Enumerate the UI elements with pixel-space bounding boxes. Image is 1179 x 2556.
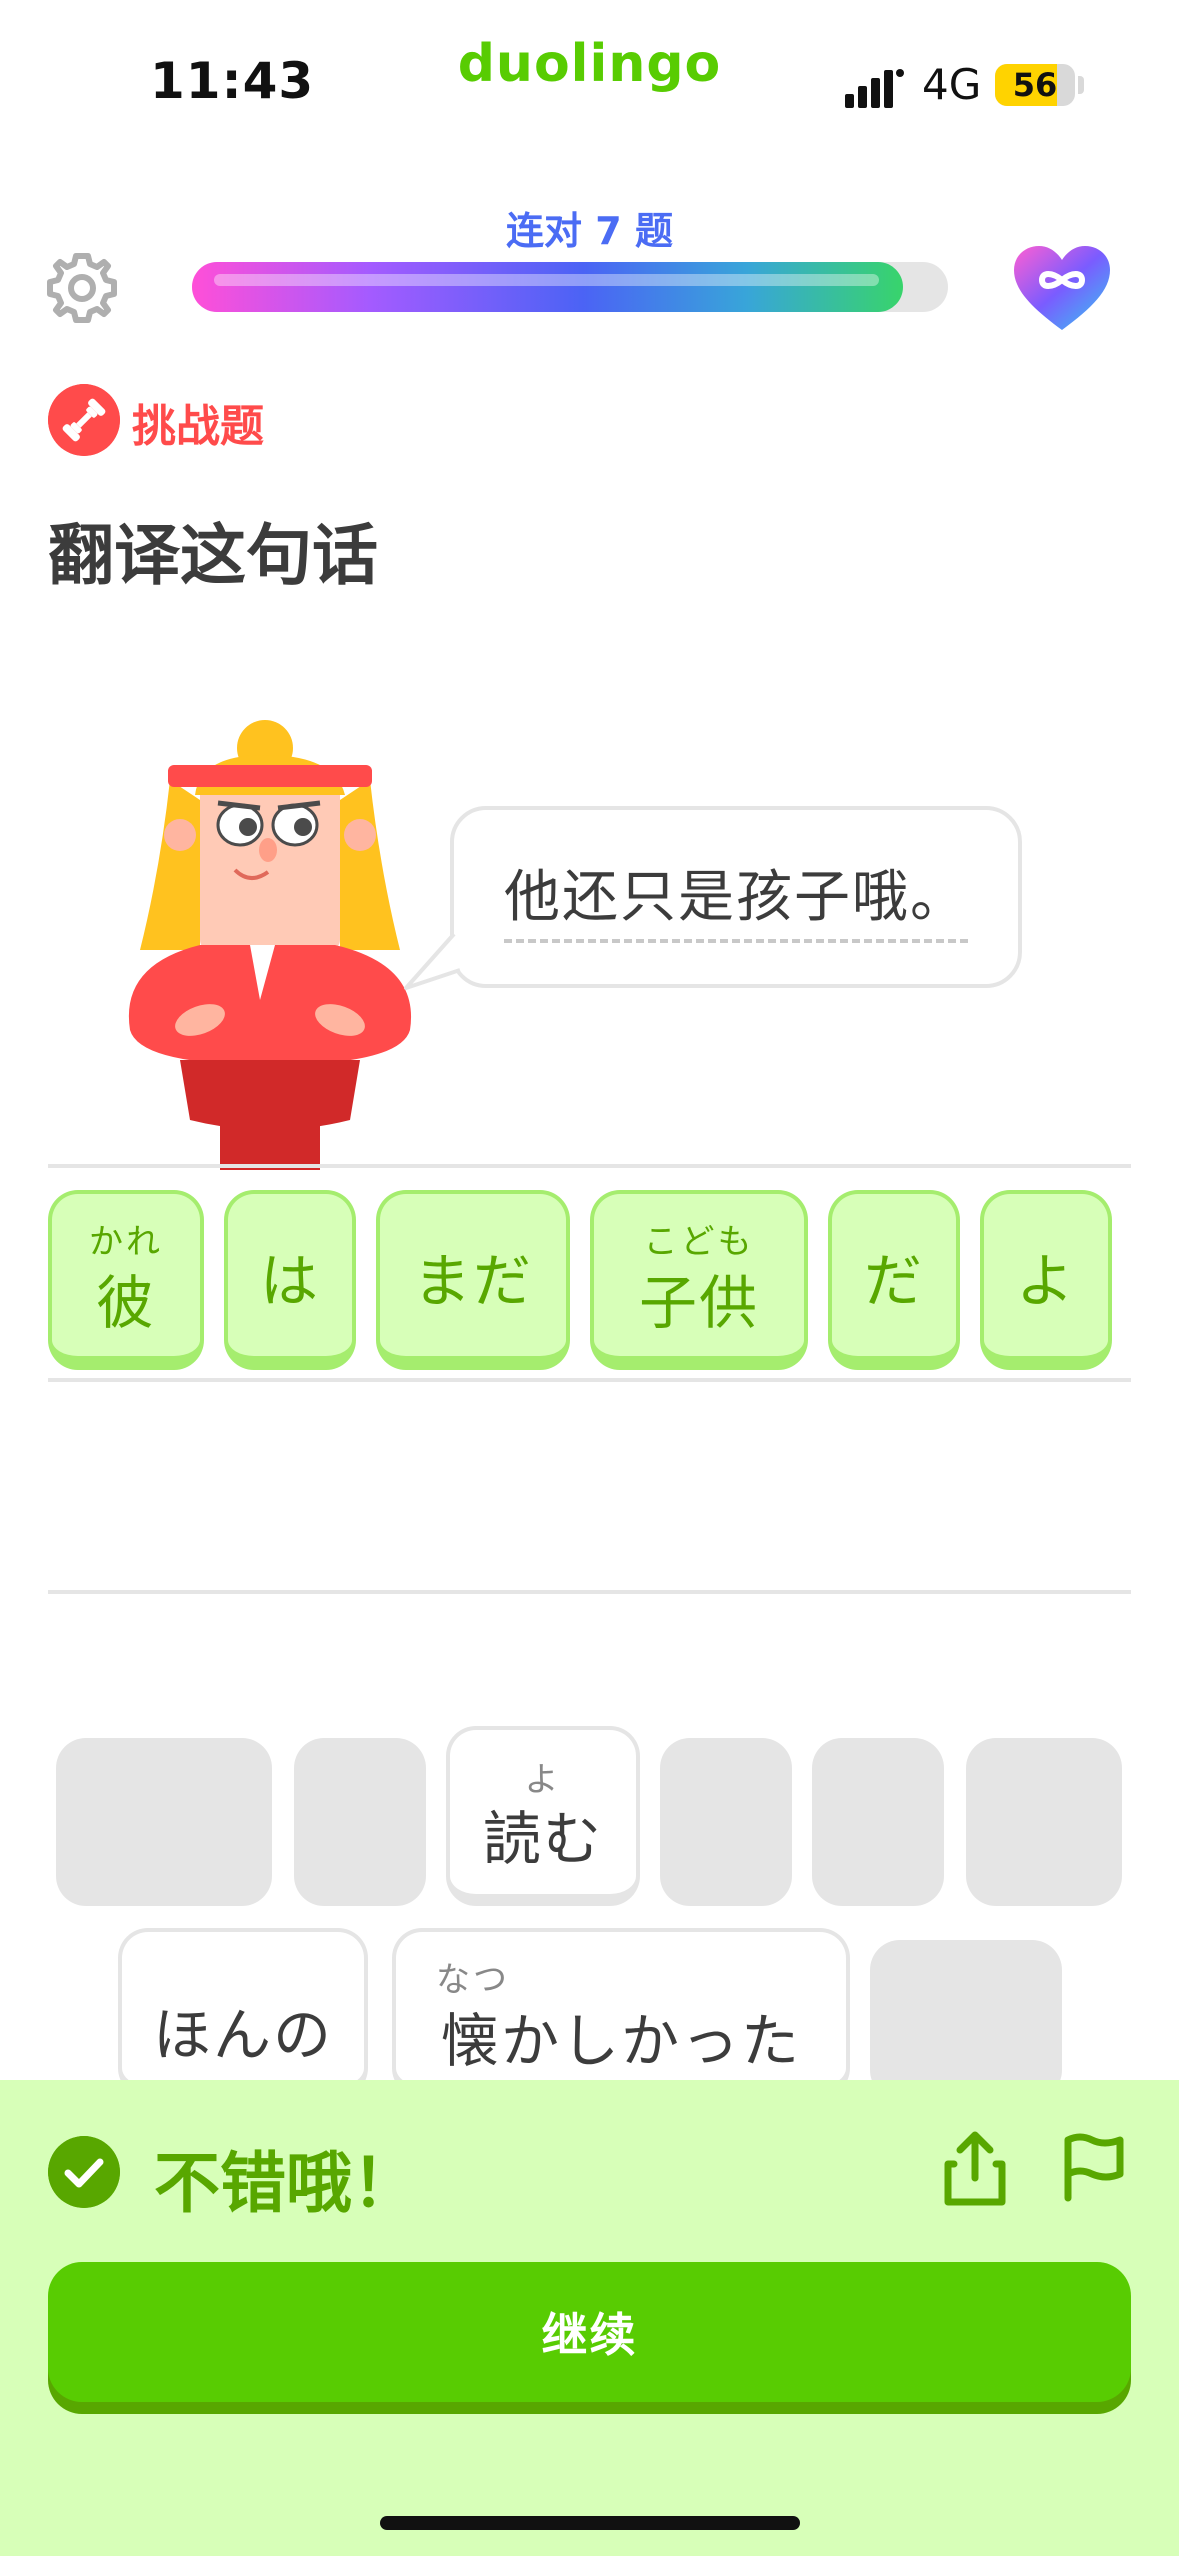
progress-fill — [192, 262, 903, 312]
answer-tile[interactable]: よ — [980, 1190, 1112, 1370]
source-sentence[interactable]: 他还只是孩子哦。 — [504, 852, 968, 943]
home-indicator[interactable] — [380, 2516, 800, 2530]
check-icon — [48, 2136, 120, 2208]
word-bank-tile[interactable]: ほんの — [118, 1928, 368, 2098]
answer-tile[interactable]: は — [224, 1190, 356, 1370]
word-bank-slot-empty — [812, 1738, 944, 1906]
signal-icon — [845, 69, 904, 108]
answer-tile[interactable]: だ — [828, 1190, 960, 1370]
tile-text: ほんの — [152, 2001, 333, 2069]
feedback-message: 不错哦！ — [154, 2145, 418, 2222]
tile-text: 懐かしかった — [440, 2007, 801, 2075]
answer-tile[interactable]: かれ 彼 — [48, 1190, 204, 1370]
flag-icon[interactable] — [1060, 2130, 1130, 2202]
answer-line-3 — [48, 1590, 1131, 1594]
word-bank-slot-empty — [870, 1940, 1062, 2100]
continue-button[interactable]: 继续 — [48, 2262, 1131, 2402]
word-bank-slot-empty — [660, 1738, 792, 1906]
infinity-heart-icon[interactable] — [1012, 244, 1112, 332]
share-icon[interactable] — [940, 2128, 1010, 2208]
word-bank-tile[interactable]: なつ 懐かしかった — [392, 1928, 850, 2098]
battery-icon: 56 — [995, 64, 1075, 106]
progress-shine — [214, 274, 880, 286]
challenge-label: 挑战题 — [132, 401, 264, 452]
word-bank-slot-empty — [56, 1738, 272, 1906]
gear-icon[interactable] — [44, 250, 120, 326]
network-label: 4G — [922, 60, 982, 109]
tile-text: よ — [1015, 1247, 1076, 1315]
answer-tile[interactable]: こども 子供 — [590, 1190, 808, 1370]
tile-text: まだ — [412, 1247, 533, 1315]
battery-percent: 56 — [1012, 66, 1058, 104]
word-bank-tile[interactable]: よ 読む — [446, 1726, 640, 1906]
speech-bubble-tail — [404, 932, 461, 990]
tile-text: 彼 — [95, 1269, 156, 1337]
tile-text: 読む — [482, 1805, 603, 1873]
streak-label: 连对 7 题 — [506, 209, 673, 253]
lesson-progress-bar — [192, 262, 948, 312]
character-illustration — [128, 720, 412, 1170]
word-bank-slot-empty — [294, 1738, 426, 1906]
dumbbell-icon — [48, 384, 120, 456]
answer-tile[interactable]: まだ — [376, 1190, 570, 1370]
tile-text: 子供 — [638, 1269, 759, 1337]
tile-text: は — [259, 1247, 320, 1315]
tile-text: だ — [863, 1247, 924, 1315]
prompt-title: 翻译这句话 — [48, 517, 378, 594]
answer-line-1 — [48, 1164, 1131, 1168]
battery-nub — [1078, 76, 1084, 94]
speech-bubble: 他还只是孩子哦。 — [450, 806, 1022, 988]
word-bank-slot-empty — [966, 1738, 1122, 1906]
answer-line-2 — [48, 1378, 1131, 1382]
